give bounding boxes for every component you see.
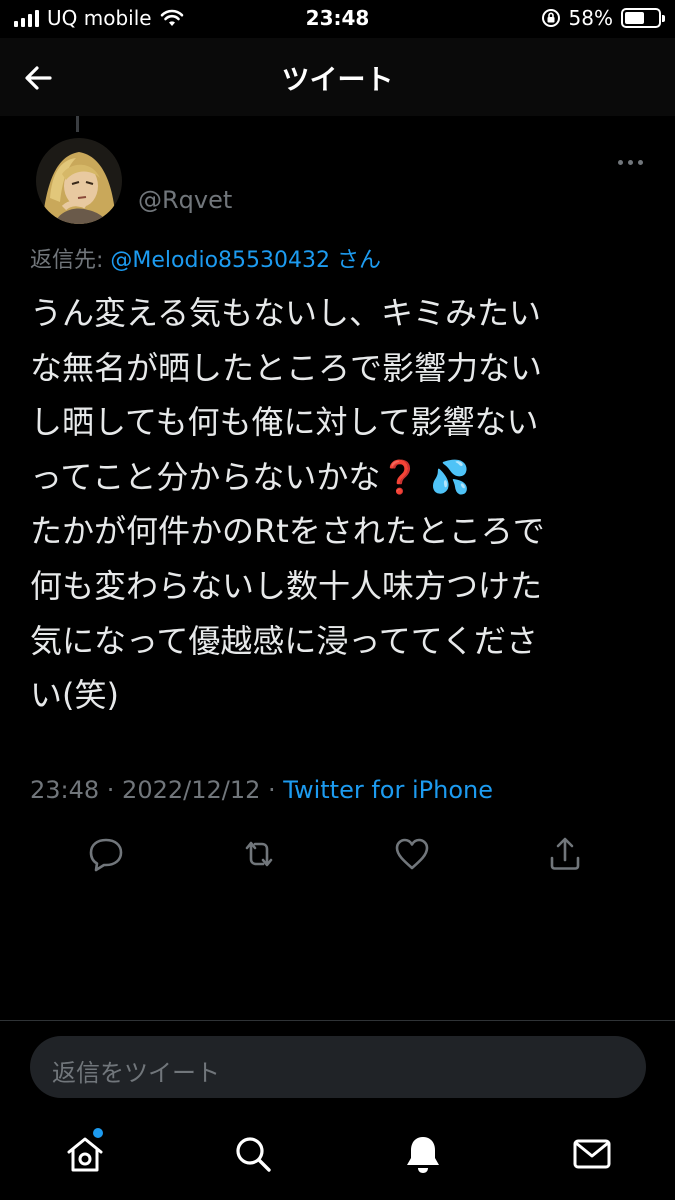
notifications-icon[interactable] <box>401 1132 445 1176</box>
bottom-tab-bar <box>0 1110 675 1200</box>
tweet-meta: 23:48 · 2022/12/12 · Twitter for iPhone <box>30 776 493 804</box>
tweet-actions <box>0 834 675 874</box>
reply-to-line: 返信先: @Melodio85530432 さん <box>30 242 381 274</box>
retweet-icon[interactable] <box>239 834 279 874</box>
battery-percent: 58% <box>568 6 613 30</box>
tweet-line: ってこと分からないかな❓ 💦 <box>30 457 471 496</box>
home-notification-dot <box>93 1128 103 1138</box>
page-title: ツイート <box>281 63 394 96</box>
reply-placeholder: 返信をツイート <box>52 1059 220 1087</box>
author-handle[interactable]: @Rqvet <box>138 186 232 214</box>
home-icon[interactable] <box>63 1132 107 1176</box>
tweet-line: い(笑) <box>30 676 119 715</box>
orientation-lock-icon <box>541 9 560 27</box>
status-bar: UQ mobile 23:48 58% <box>0 0 675 38</box>
divider <box>0 1020 675 1021</box>
reply-mention-link[interactable]: @Melodio85530432 <box>110 248 330 273</box>
tweet-line: 何も変わらないし数十人味方つけた <box>30 566 543 605</box>
messages-icon[interactable] <box>570 1132 614 1176</box>
tweet-line: 気になって優越感に浸っててくださ <box>30 621 538 660</box>
share-icon[interactable] <box>545 834 585 874</box>
tweet-line: し晒しても何も俺に対して影響ない <box>30 403 539 442</box>
thread-connector-line <box>76 116 79 132</box>
tweet-text: うん変える気もないし、キミみたい な無名が晒したところで影響力ない し晒しても何… <box>30 286 650 723</box>
reply-icon[interactable] <box>86 834 126 874</box>
reply-to-prefix: 返信先: <box>30 248 111 273</box>
tweet-line: たかが何件かのRtをされたところで <box>30 512 545 551</box>
reply-input[interactable]: 返信をツイート <box>30 1036 646 1098</box>
search-icon[interactable] <box>231 1132 275 1176</box>
top-header: ツイート <box>0 38 675 116</box>
more-options-icon[interactable] <box>618 160 643 165</box>
like-icon[interactable] <box>392 834 432 874</box>
tweet-timestamp: 23:48 · 2022/12/12 · <box>30 776 284 804</box>
reply-suffix: さん <box>330 248 382 273</box>
tweet-line: うん変える気もないし、キミみたい <box>30 294 542 332</box>
tweet-line: な無名が晒したところで影響力ない <box>30 348 543 387</box>
avatar[interactable] <box>36 138 122 224</box>
battery-icon <box>621 8 665 28</box>
tweet-source-link[interactable]: Twitter for iPhone <box>283 776 493 804</box>
